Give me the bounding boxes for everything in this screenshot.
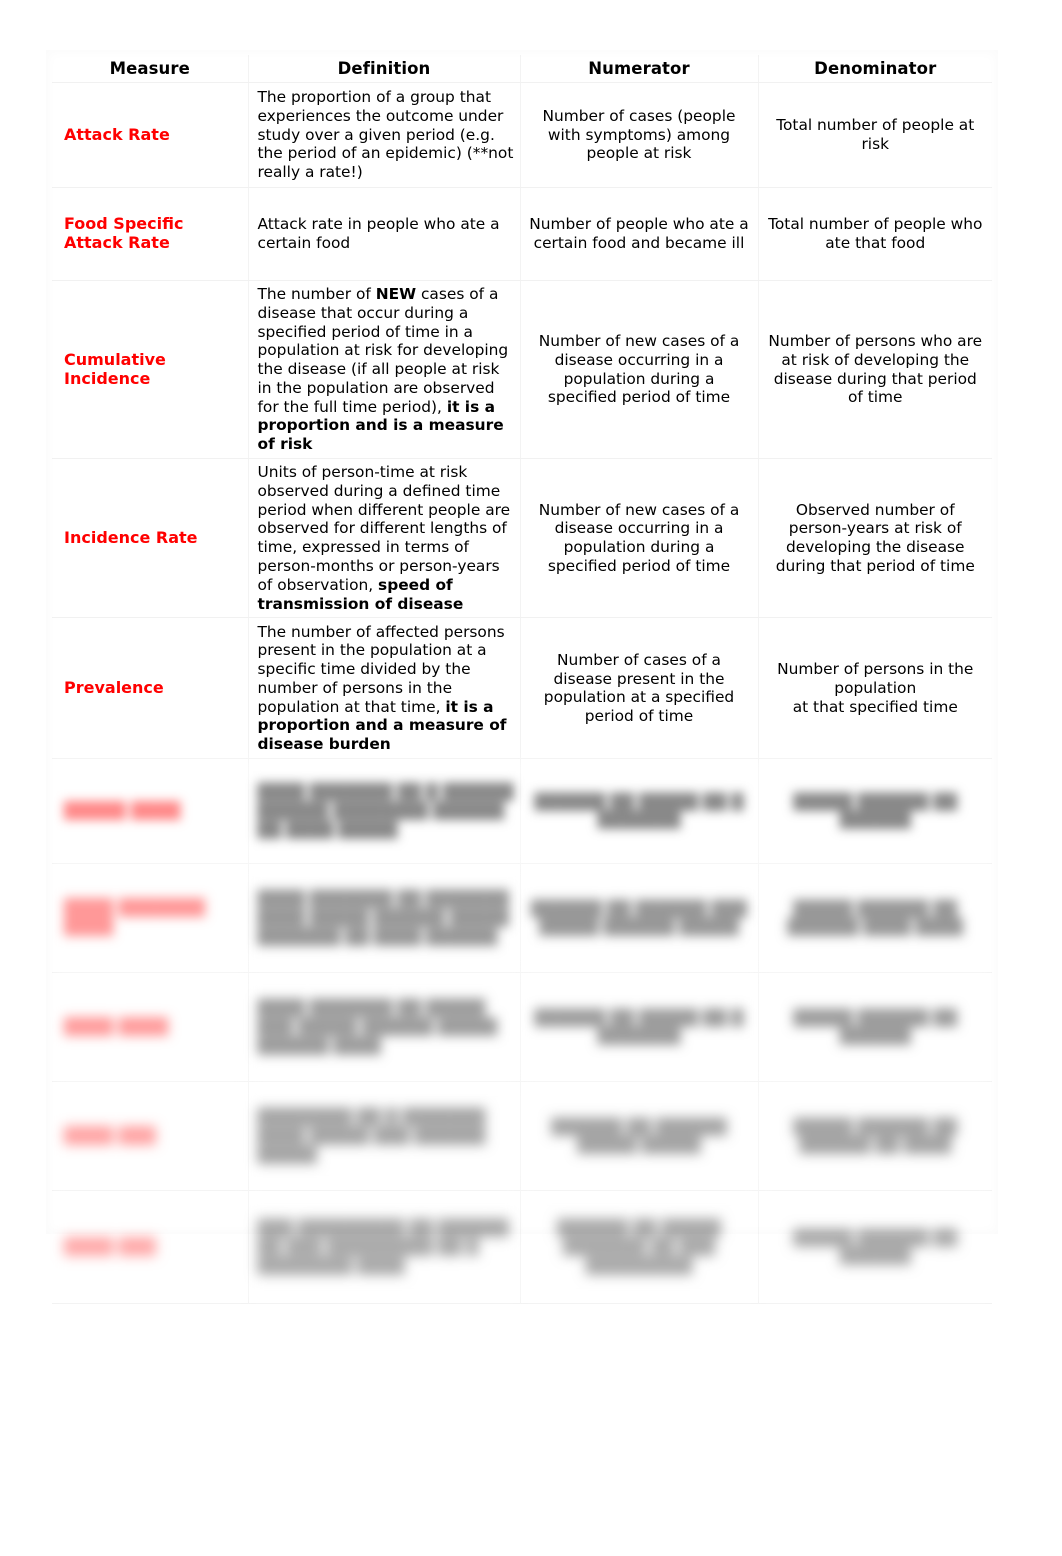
measure-numerator-obscured: ██████ ██ ██████ ███ █████ ██████ █████: [520, 863, 759, 974]
measure-name: Attack Rate: [52, 82, 249, 188]
measure-numerator: Number of new cases of a disease occurri…: [520, 280, 759, 460]
table-row: Food Specific Attack Rate Attack rate in…: [52, 187, 992, 281]
table-row: Prevalence The number of affected person…: [52, 617, 992, 760]
measure-name-obscured: ████ ███: [52, 1190, 249, 1305]
column-header-measure: Measure: [52, 55, 249, 83]
measure-name: Prevalence: [52, 617, 249, 760]
measure-numerator: Number of people who ate a certain food …: [520, 187, 759, 281]
measure-name-obscured: ████ ███: [52, 1081, 249, 1192]
table-body: Attack Rate The proportion of a group th…: [52, 82, 992, 1305]
measure-name: Incidence Rate: [52, 458, 249, 619]
measure-denominator-obscured: █████ ██████ ██ ██████ ██ ████: [758, 1081, 992, 1192]
measure-definition: Attack rate in people who ate a certain …: [248, 187, 521, 281]
measure-definition-obscured: ████ ███████ ██ ███████ ████ █████ █████…: [248, 863, 521, 974]
table-header: Measure Definition Numerator Denominator: [52, 55, 992, 83]
measure-denominator: Total number of people at risk: [758, 82, 992, 188]
measure-definition: The number of affected persons present i…: [248, 617, 521, 760]
measure-denominator-obscured: █████ ██████ ██ ██████: [758, 1190, 992, 1305]
measure-numerator: Number of cases of a disease present in …: [520, 617, 759, 760]
table-row: Attack Rate The proportion of a group th…: [52, 82, 992, 188]
measure-denominator-obscured: █████ ██████ ██ ██████: [758, 758, 992, 865]
table-row-obscured: ████ ███████ ████ ████ ███████ ██ ██████…: [52, 863, 992, 974]
measure-numerator-obscured: ██████ ██ █████ ██ █ ███████: [520, 758, 759, 865]
measure-numerator: Number of cases (people with symptoms) a…: [520, 82, 759, 188]
measure-denominator-obscured: █████ ██████ ██ ██████: [758, 972, 992, 1083]
measure-name-obscured: ████ ███████ ████: [52, 863, 249, 974]
measure-definition: The proportion of a group that experienc…: [248, 82, 521, 188]
table-row-obscured: █████ ████ ████ ███████ ██ █ ██████ ████…: [52, 758, 992, 865]
table-row-obscured: ████ ███ ███ █████████ ██ ██████ ██ ███ …: [52, 1190, 992, 1305]
column-header-numerator: Numerator: [520, 55, 759, 83]
measure-name-obscured: █████ ████: [52, 758, 249, 865]
measure-denominator: Total number of people who ate that food: [758, 187, 992, 281]
table-row-obscured: ████ ███ ████████ ██ █ ███████ ████ ████…: [52, 1081, 992, 1192]
measure-definition-obscured: ████ ███████ ██ █ ██████ ██████ ████████…: [248, 758, 521, 865]
table-row-obscured: ████ ████ ████ ███████ ██ █████ ███ ████…: [52, 972, 992, 1083]
measure-definition: The number of NEW cases of a disease tha…: [248, 280, 521, 460]
measure-definition: Units of person-time at risk observed du…: [248, 458, 521, 619]
measure-name: Food Specific Attack Rate: [52, 187, 249, 281]
header-row: Measure Definition Numerator Denominator: [52, 55, 992, 83]
measure-numerator-obscured: ██████ ██ █████ ██ █ ███████: [520, 972, 759, 1083]
measure-denominator: Number of persons who are at risk of dev…: [758, 280, 992, 460]
measures-table: Measure Definition Numerator Denominator…: [52, 55, 992, 1305]
table-row: Incidence Rate Units of person-time at r…: [52, 458, 992, 619]
measure-numerator: Number of new cases of a disease occurri…: [520, 458, 759, 619]
measure-denominator: Number of persons in the population at th…: [758, 617, 992, 760]
document-page: Measure Definition Numerator Denominator…: [0, 0, 1062, 1556]
column-header-definition: Definition: [248, 55, 521, 83]
table-row: Cumulative Incidence The number of NEW c…: [52, 280, 992, 460]
measure-definition-obscured: ███ █████████ ██ ██████ ██ ███ █████████…: [248, 1190, 521, 1305]
measure-numerator-obscured: ██████ ██ ██████ █████ █████: [520, 1081, 759, 1192]
measure-numerator-obscured: ██████ ██ █████ ███████ ██ ███ █████████: [520, 1190, 759, 1305]
measure-definition-obscured: ████ ███████ ██ █████ ███ █████ ██████ █…: [248, 972, 521, 1083]
column-header-denominator: Denominator: [758, 55, 992, 83]
measure-name-obscured: ████ ████: [52, 972, 249, 1083]
measure-denominator: Observed number of person-years at risk …: [758, 458, 992, 619]
measure-definition-obscured: ████████ ██ █ ███████ ████ █████ ███ ███…: [248, 1081, 521, 1192]
measure-denominator-obscured: █████ ██████ ██ ██████ ████ ████: [758, 863, 992, 974]
measure-name: Cumulative Incidence: [52, 280, 249, 460]
